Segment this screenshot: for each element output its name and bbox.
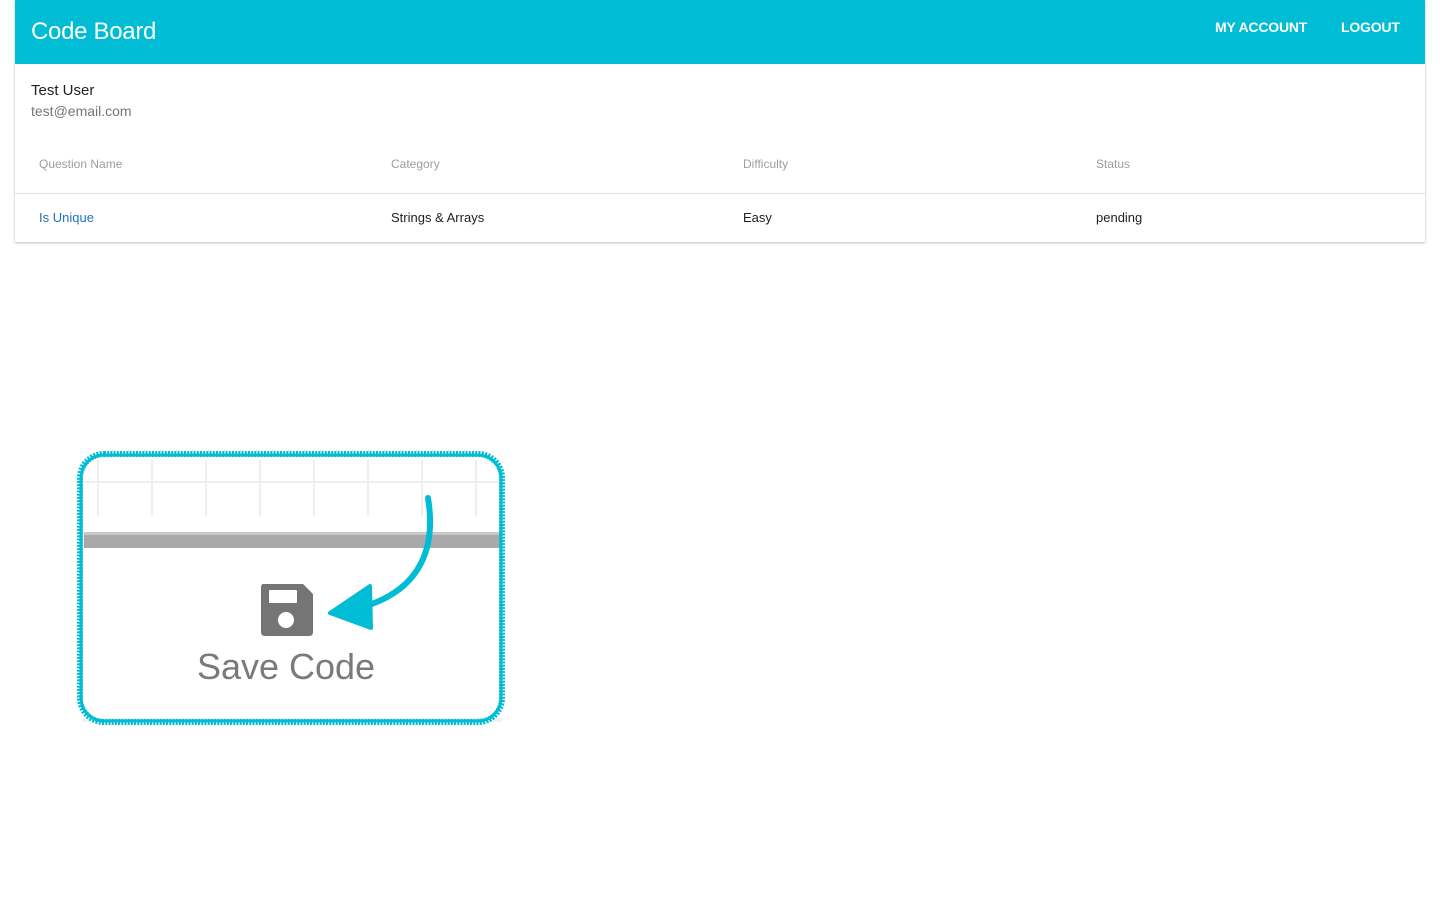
question-name-link[interactable]: Is Unique — [39, 210, 94, 225]
column-header-difficulty[interactable]: Difficulty — [743, 157, 788, 171]
user-name: Test User — [31, 82, 95, 99]
user-email: test@email.com — [31, 103, 132, 119]
save-code-hint: Save Code — [74, 448, 508, 728]
table-header-divider — [15, 193, 1425, 194]
my-account-button[interactable]: MY ACCOUNT — [1215, 17, 1307, 37]
column-header-category[interactable]: Category — [391, 157, 440, 171]
toolbar-band — [84, 534, 500, 548]
question-status: pending — [1096, 210, 1143, 225]
account-card: Code Board MY ACCOUNT LOGOUT Test User t… — [15, 0, 1425, 242]
question-category: Strings & Arrays — [391, 210, 485, 225]
grid-lines — [84, 460, 499, 516]
arrow-head — [328, 584, 373, 630]
column-header-question-name[interactable]: Question Name — [39, 157, 122, 171]
app-title[interactable]: Code Board — [31, 16, 156, 48]
logout-button[interactable]: LOGOUT — [1341, 17, 1400, 37]
save-code-label: Save Code — [196, 646, 376, 687]
column-header-status[interactable]: Status — [1096, 157, 1130, 171]
floppy-disk-icon — [261, 584, 313, 636]
app-bar: Code Board MY ACCOUNT LOGOUT — [15, 0, 1425, 64]
question-difficulty: Easy — [743, 210, 772, 225]
curved-arrow — [363, 495, 434, 609]
